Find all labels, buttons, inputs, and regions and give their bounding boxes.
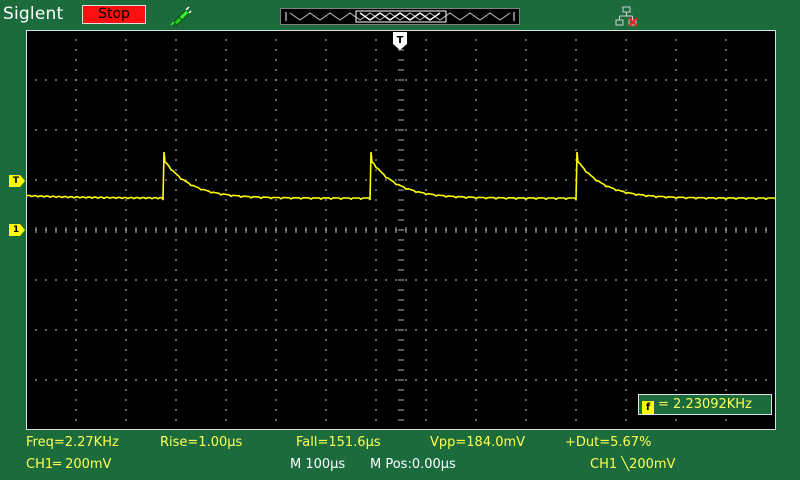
- channel1-ground-label: 1: [12, 225, 20, 235]
- waveform-display[interactable]: [26, 30, 776, 430]
- network-disconnected-icon: [614, 6, 640, 28]
- svg-text:T: T: [397, 35, 404, 46]
- horizontal-position: M Pos:0.00µs: [370, 457, 456, 472]
- measurement-vpp: Vpp=184.0mV: [430, 435, 526, 450]
- trigger-position-arrow: [398, 0, 404, 14]
- frequency-counter-value: = 2.23092KHz: [658, 397, 752, 412]
- probe-icon: [170, 4, 192, 26]
- timebase-scale: M 100µs: [290, 457, 346, 472]
- frequency-counter: f = 2.23092KHz: [638, 394, 772, 415]
- trigger-level-marker[interactable]: T: [9, 175, 25, 187]
- top-status-bar: Siglent Stop: [0, 0, 800, 30]
- brand-label: Siglent: [3, 4, 64, 24]
- measurement-fall: Fall=151.6µs: [296, 435, 381, 450]
- run-stop-indicator[interactable]: Stop: [82, 5, 146, 24]
- channel1-ground-marker[interactable]: 1: [9, 224, 25, 236]
- measurement-freq: Freq=2.27KHz: [26, 435, 119, 450]
- measurement-rise: Rise=1.00µs: [160, 435, 243, 450]
- channel1-waveform: [26, 151, 776, 201]
- memory-overview-bar: [280, 8, 520, 25]
- trigger-level-label: T: [12, 176, 20, 186]
- channel1-scale: CH1═ 200mV: [26, 457, 112, 472]
- channel1-trace: [26, 151, 776, 201]
- trigger-status: CH1 ╲200mV: [590, 457, 676, 472]
- trigger-time-marker[interactable]: T: [393, 32, 407, 50]
- frequency-icon: f: [642, 401, 654, 414]
- measurement-duty: +Dut=5.67%: [565, 435, 652, 450]
